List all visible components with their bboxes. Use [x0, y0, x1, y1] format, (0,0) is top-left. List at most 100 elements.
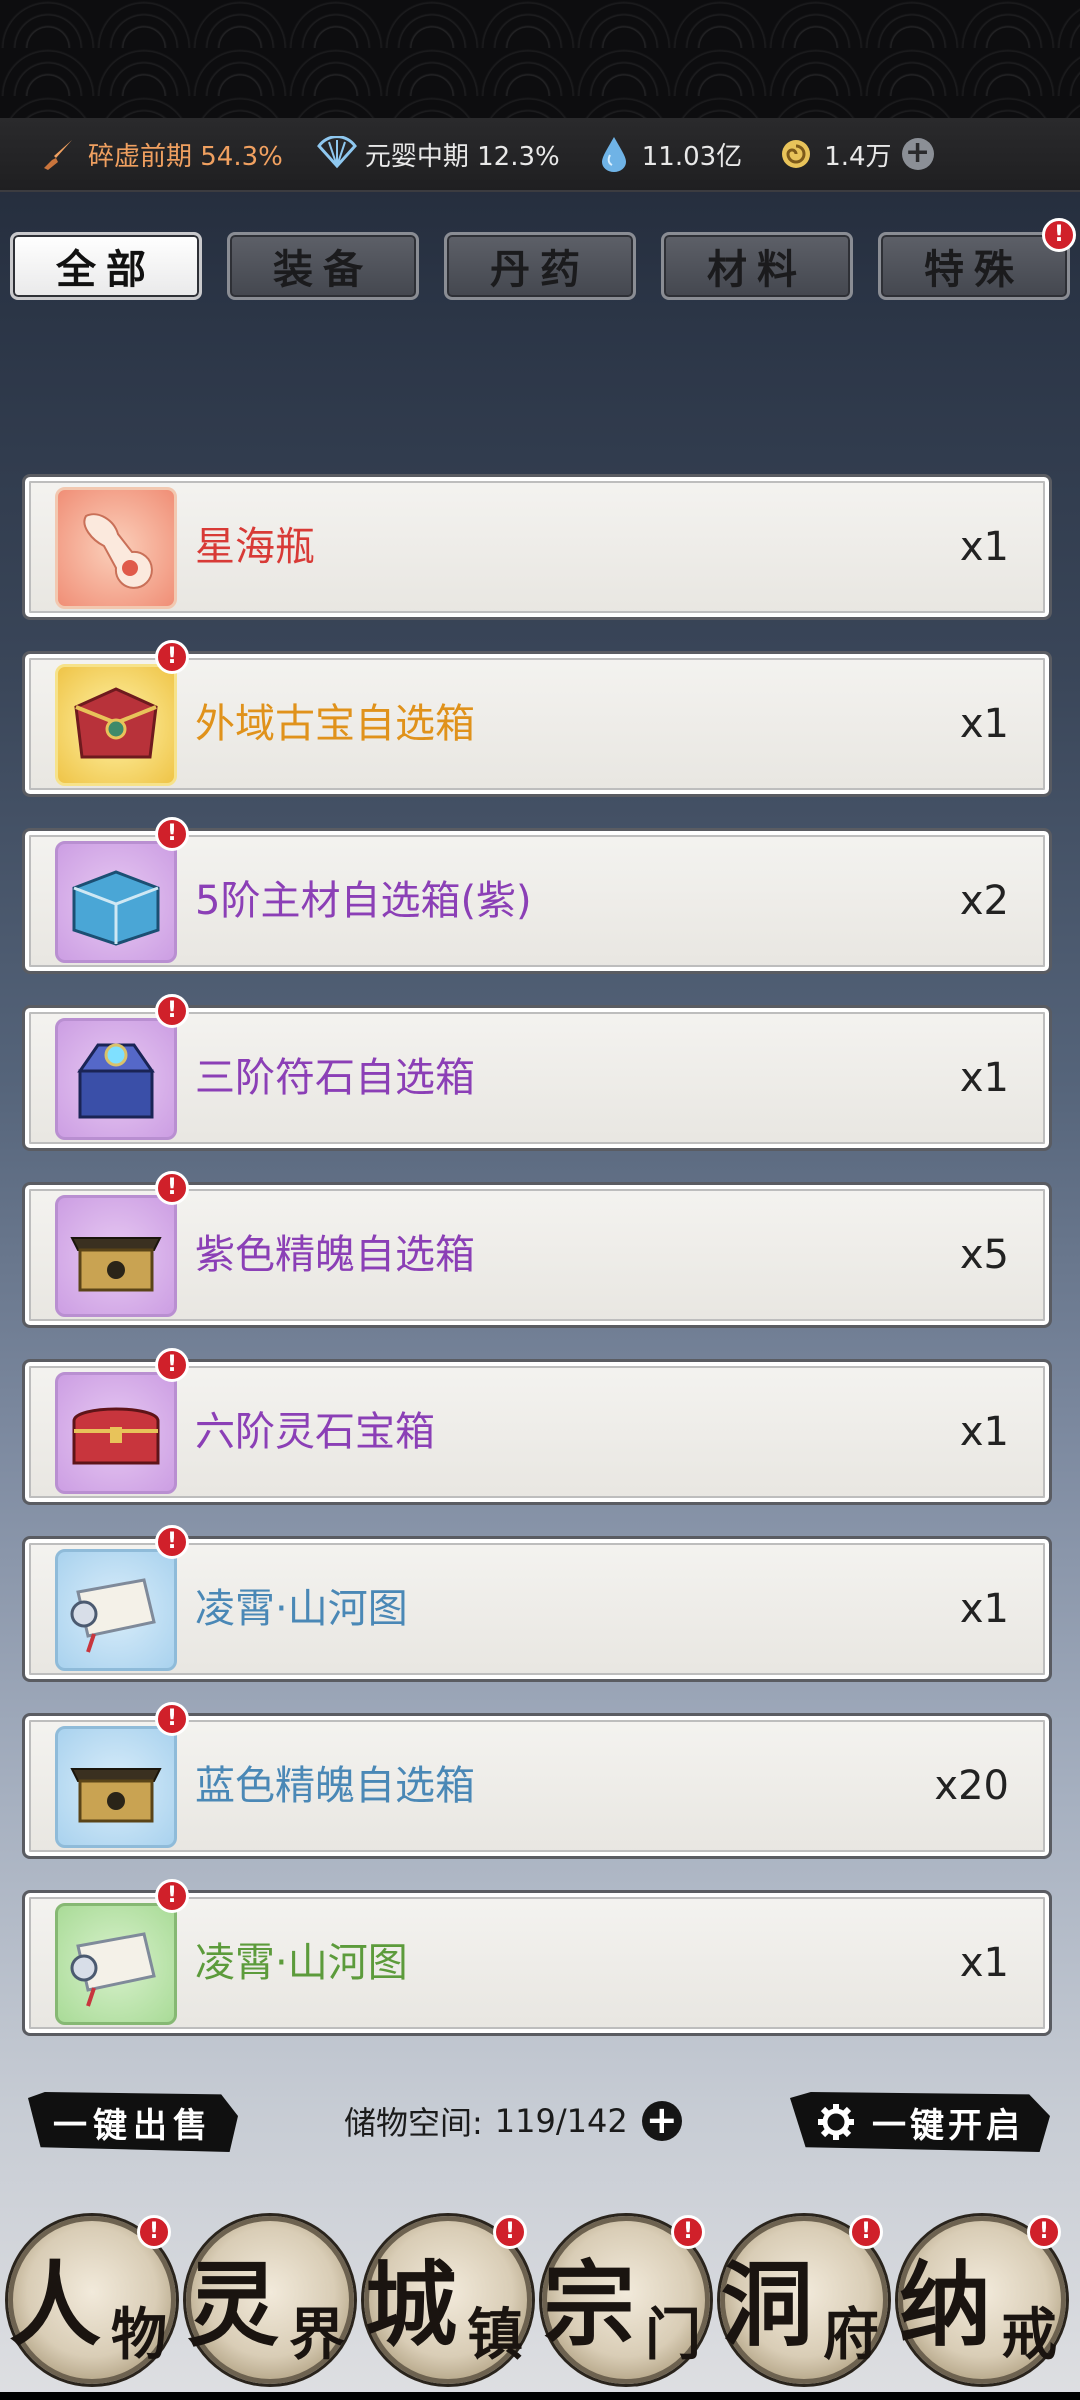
blue-chest-icon [55, 841, 177, 963]
nav-cave-abode-big: 洞 [721, 2251, 814, 2359]
item-name: 三阶符石自选箱 [195, 1055, 475, 1101]
nav-character-big: 人 [9, 2251, 102, 2359]
spirit-stone-stat: 11.03亿 [594, 134, 742, 174]
ornate-chest-icon [55, 1018, 177, 1140]
nav-storage-ring-badge: ! [1027, 2215, 1061, 2249]
nav-storage-ring[interactable]: 纳 戒 ! [898, 2215, 1066, 2384]
item-name: 蓝色精魄自选箱 [195, 1763, 475, 1809]
nav-character-badge: ! [137, 2215, 171, 2249]
nav-character-small: 物 [111, 2302, 167, 2368]
realm-stat: 碎虚前期 54.3% [40, 134, 283, 174]
nav-spirit-realm-small: 界 [289, 2302, 345, 2368]
bottom-navigation: 人 物 ! 灵 界 城 镇 ! 宗 门 ! 洞 府 ! 纳 戒 ! [0, 2194, 1080, 2400]
item-name: 凌霄·山河图 [195, 1586, 408, 1632]
storage-capacity: 储物空间: 119/142 + [344, 2086, 682, 2156]
plus-icon[interactable]: + [901, 138, 934, 170]
category-tabs: 全部 装备 丹药 材料 特殊 ! [10, 218, 1080, 300]
treasure-chest-icon [55, 664, 177, 786]
item-name: 六阶灵石宝箱 [195, 1409, 435, 1455]
item-name: 5阶主材自选箱(紫) [195, 878, 532, 924]
nav-town-small: 镇 [467, 2302, 523, 2368]
item-quantity: x1 [959, 1940, 1009, 1986]
red-chest-icon [55, 1372, 177, 1494]
list-item[interactable]: 紫色精魄自选箱 x5 ! [22, 1171, 1052, 1328]
water-drop-icon [594, 134, 634, 174]
decorative-wave-header [0, 0, 1080, 118]
gold-box-icon [55, 1195, 177, 1317]
tab-special-badge: ! [1042, 218, 1076, 252]
realm-label: 碎虚前期 54.3% [88, 141, 283, 172]
item-quantity: x1 [959, 1586, 1009, 1632]
star-sea-bottle-icon [55, 487, 177, 609]
list-item[interactable]: 星海瓶 x1 [22, 474, 1052, 620]
nav-sect-badge: ! [671, 2215, 705, 2249]
item-quantity: x1 [959, 701, 1009, 747]
currency-stat: 1.4万 + [776, 134, 934, 174]
item-badge: ! [155, 1171, 189, 1205]
item-name: 外域古宝自选箱 [195, 701, 475, 747]
nav-cave-abode-small: 府 [823, 2302, 879, 2368]
nav-town[interactable]: 城 镇 ! [364, 2215, 532, 2384]
item-badge: ! [155, 640, 189, 674]
item-badge: ! [155, 817, 189, 851]
item-quantity: x2 [959, 878, 1009, 924]
cultivation-stat: 元婴中期 12.3% [316, 134, 560, 174]
sword-icon [40, 134, 80, 174]
item-quantity: x5 [959, 1232, 1009, 1278]
fan-icon [316, 134, 357, 174]
nav-sect[interactable]: 宗 门 ! [542, 2215, 710, 2384]
tab-materials[interactable]: 材料 [661, 232, 853, 300]
list-item[interactable]: 凌霄·山河图 x1 ! [22, 1525, 1052, 1682]
nav-character[interactable]: 人 物 ! [8, 2215, 176, 2384]
sell-all-button[interactable]: 一键出售 [28, 2092, 238, 2152]
nav-spirit-realm[interactable]: 灵 界 [186, 2216, 354, 2384]
nav-town-big: 城 [365, 2251, 458, 2359]
spirit-stone-label: 11.03亿 [641, 141, 743, 172]
open-all-button[interactable]: 一键开启 [790, 2092, 1050, 2152]
nav-spirit-realm-big: 灵 [187, 2251, 280, 2359]
item-name: 紫色精魄自选箱 [195, 1232, 475, 1278]
item-name: 凌霄·山河图 [195, 1940, 408, 1986]
list-item[interactable]: 六阶灵石宝箱 x1 ! [22, 1348, 1052, 1505]
item-name: 星海瓶 [195, 524, 315, 570]
item-quantity: x20 [934, 1763, 1009, 1809]
nav-cave-abode-badge: ! [849, 2215, 883, 2249]
currency-label: 1.4万 [824, 141, 892, 172]
swirl-coin-icon [776, 134, 816, 174]
storage-label: 储物空间: [344, 2104, 483, 2142]
nav-sect-big: 宗 [543, 2251, 636, 2359]
item-quantity: x1 [959, 1409, 1009, 1455]
nav-storage-ring-small: 戒 [1001, 2302, 1057, 2368]
nav-cave-abode[interactable]: 洞 府 ! [720, 2215, 888, 2384]
list-item[interactable]: 蓝色精魄自选箱 x20 ! [22, 1702, 1052, 1859]
item-badge: ! [155, 1525, 189, 1559]
item-quantity: x1 [959, 1055, 1009, 1101]
tab-special[interactable]: 特殊 [878, 232, 1070, 300]
item-badge: ! [155, 994, 189, 1028]
list-item[interactable]: 三阶符石自选箱 x1 ! [22, 994, 1052, 1151]
tab-equipment[interactable]: 装备 [227, 232, 419, 300]
item-quantity: x1 [959, 524, 1009, 570]
open-all-label: 一键开启 [872, 2105, 1024, 2146]
expand-storage-plus-icon[interactable]: + [641, 2101, 682, 2141]
resource-bar: 碎虚前期 54.3% 元婴中期 12.3% 11.03亿 1.4万 + [0, 118, 1080, 192]
item-badge: ! [155, 1702, 189, 1736]
item-badge: ! [155, 1879, 189, 1913]
nav-town-badge: ! [493, 2215, 527, 2249]
tab-pills[interactable]: 丹药 [444, 232, 636, 300]
inventory-action-bar: 一键出售 储物空间: 119/142 + 一键开启 [0, 2086, 1080, 2156]
nav-storage-ring-big: 纳 [899, 2251, 992, 2359]
list-item[interactable]: 凌霄·山河图 x1 ! [22, 1879, 1052, 2036]
storage-value: 119/142 [494, 2102, 628, 2140]
scroll-icon [55, 1903, 177, 2025]
scroll-icon [55, 1549, 177, 1671]
nav-sect-small: 门 [645, 2302, 701, 2368]
item-badge: ! [155, 1348, 189, 1382]
list-item[interactable]: 外域古宝自选箱 x1 ! [22, 640, 1052, 797]
gold-box-icon [55, 1726, 177, 1848]
list-item[interactable]: 5阶主材自选箱(紫) x2 ! [22, 817, 1052, 974]
gear-icon [816, 2102, 856, 2142]
cultivation-label: 元婴中期 12.3% [364, 141, 560, 172]
bottom-edge [0, 2392, 1080, 2400]
tab-all[interactable]: 全部 [10, 232, 202, 300]
